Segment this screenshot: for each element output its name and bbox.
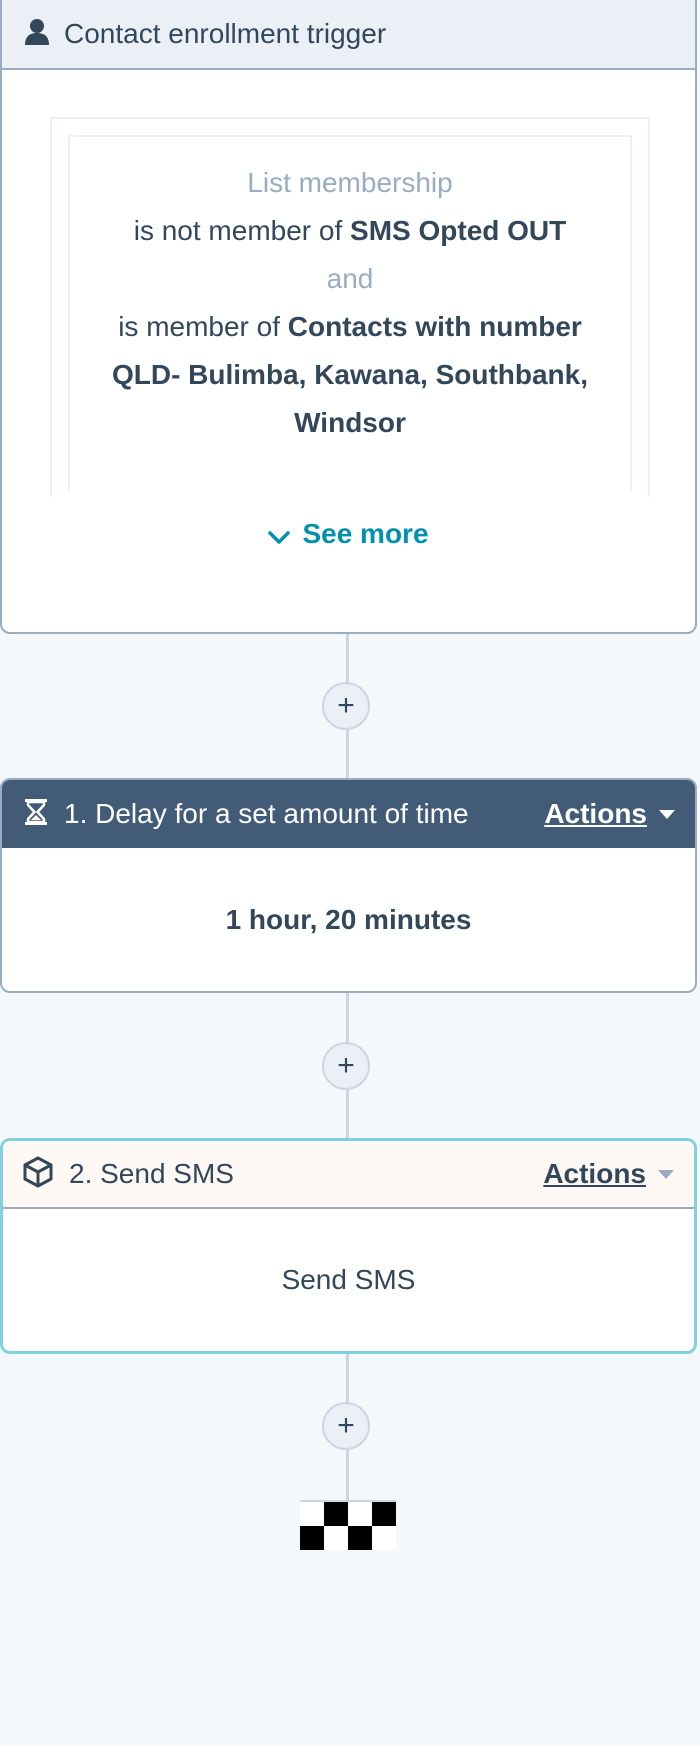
contact-icon [24, 18, 50, 51]
sms-step-header: 2. Send SMS Actions [3, 1141, 694, 1209]
condition-1-value: SMS Opted OUT [350, 215, 567, 246]
filter-condition-2: is member of Contacts with number [70, 303, 630, 351]
caret-down-icon [658, 1169, 674, 1179]
delay-step-header: 1. Delay for a set amount of time Action… [2, 780, 695, 848]
filter-summary: List membership is not member of SMS Opt… [50, 117, 650, 497]
condition-2-value-line-2: QLD- Bulimba, Kawana, Southbank, [111, 359, 589, 390]
sms-step-body: Send SMS [281, 1264, 416, 1295]
sms-step-title: 2. Send SMS [69, 1158, 234, 1189]
add-step-button[interactable]: + [322, 682, 370, 730]
filter-box: List membership is not member of SMS Opt… [68, 135, 632, 491]
chevron-down-icon [268, 520, 291, 552]
see-more-link[interactable]: See more [2, 518, 695, 552]
actions-label: Actions [543, 1158, 646, 1189]
cube-icon [23, 1156, 53, 1193]
condition-2-value-line-3: Windsor [294, 407, 406, 438]
enrollment-trigger-card[interactable]: Contact enrollment trigger List membersh… [0, 0, 697, 634]
plus-icon: + [337, 1049, 355, 1082]
delay-step-body: 1 hour, 20 minutes [225, 903, 472, 935]
plus-icon: + [337, 689, 355, 722]
see-more-label: See more [302, 518, 429, 549]
hourglass-icon [24, 798, 48, 831]
add-step-button[interactable]: + [322, 1402, 370, 1450]
filter-condition-2-cont-2: Windsor [70, 399, 630, 447]
filter-condition-2-cont: QLD- Bulimba, Kawana, Southbank, [70, 351, 630, 399]
condition-1-prefix: is not member of [133, 215, 351, 246]
caret-down-icon [659, 809, 675, 819]
filter-condition-1: is not member of SMS Opted OUT [70, 207, 630, 255]
sms-actions-dropdown[interactable]: Actions [543, 1158, 674, 1190]
add-step-button[interactable]: + [322, 1042, 370, 1090]
send-sms-step-card[interactable]: 2. Send SMS Actions Send SMS [0, 1138, 697, 1354]
filter-heading: List membership [247, 167, 453, 198]
delay-actions-dropdown[interactable]: Actions [544, 798, 675, 830]
filter-joiner: and [326, 263, 374, 294]
condition-2-prefix: is member of [118, 311, 288, 342]
trigger-header: Contact enrollment trigger [2, 0, 695, 70]
delay-step-card[interactable]: 1. Delay for a set amount of time Action… [0, 778, 697, 993]
condition-2-value-line-1: Contacts with number [287, 311, 582, 342]
trigger-title: Contact enrollment trigger [64, 18, 387, 49]
delay-step-title: 1. Delay for a set amount of time [64, 798, 469, 829]
plus-icon: + [337, 1409, 355, 1442]
actions-label: Actions [544, 798, 647, 829]
checkered-flag-icon [300, 1500, 396, 1550]
